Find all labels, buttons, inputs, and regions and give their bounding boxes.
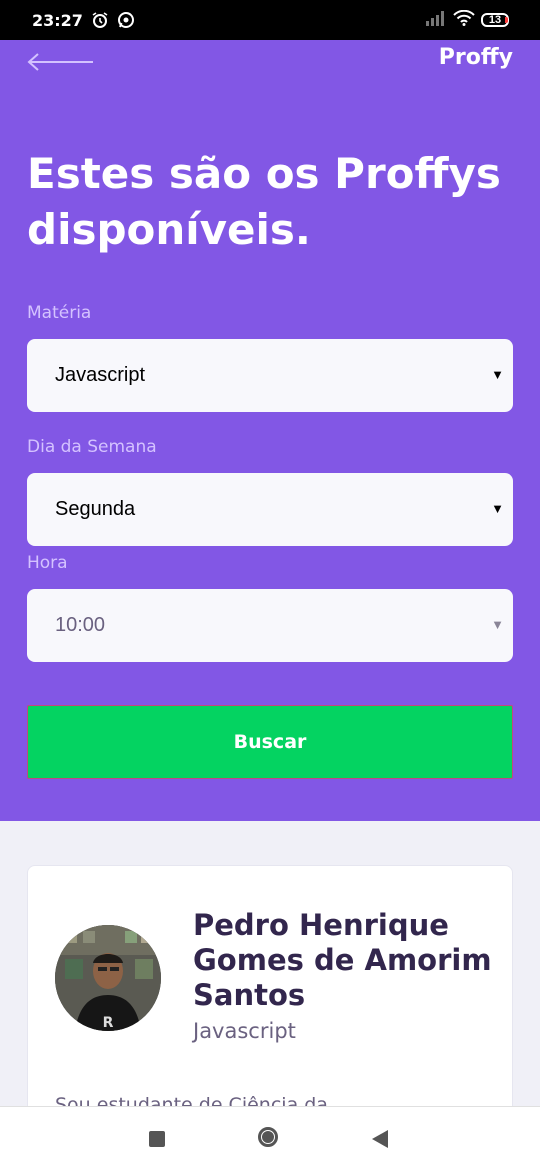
teacher-subject: Javascript [193, 1019, 296, 1043]
time-select[interactable]: 10:00 ▼ [27, 589, 513, 662]
weekday-select[interactable]: Segunda ▼ [27, 473, 513, 546]
system-nav-bar [0, 1106, 540, 1171]
status-bar: 23:27 13 [0, 0, 540, 40]
chevron-down-icon: ▼ [491, 367, 504, 382]
time-label: Hora [27, 553, 68, 573]
weekday-select-value: Segunda [55, 498, 136, 520]
recent-apps-icon[interactable] [149, 1131, 165, 1147]
back-icon[interactable] [372, 1130, 388, 1148]
home-icon[interactable] [258, 1127, 278, 1147]
page-title: Estes são os Proffys disponíveis. [27, 149, 501, 254]
whatsapp-icon [117, 11, 135, 29]
signal-icon [425, 10, 447, 31]
wifi-icon [453, 9, 475, 31]
teacher-card: R Pedro Henrique Gomes de Amorim Santos … [27, 865, 513, 1125]
avatar: R [55, 925, 161, 1031]
chevron-down-icon: ▼ [491, 501, 504, 516]
subject-select[interactable]: Javascript ▼ [27, 339, 513, 412]
weekday-label: Dia da Semana [27, 437, 157, 457]
page-header: Proffy Estes são os Proffys disponíveis.… [0, 40, 540, 821]
chevron-down-icon: ▼ [491, 617, 504, 632]
alarm-icon [91, 11, 109, 29]
teacher-name: Pedro Henrique Gomes de Amorim Santos [193, 908, 492, 1012]
battery-icon: 13 [481, 13, 509, 27]
subject-select-value: Javascript [55, 364, 146, 386]
arrow-left-icon[interactable] [27, 52, 95, 77]
time-select-value: 10:00 [55, 614, 106, 636]
status-time: 23:27 [32, 10, 83, 30]
svg-text:R: R [103, 1015, 114, 1031]
search-button[interactable]: Buscar [27, 705, 513, 779]
proffy-logo: Proffy [438, 45, 513, 70]
subject-label: Matéria [27, 303, 92, 323]
